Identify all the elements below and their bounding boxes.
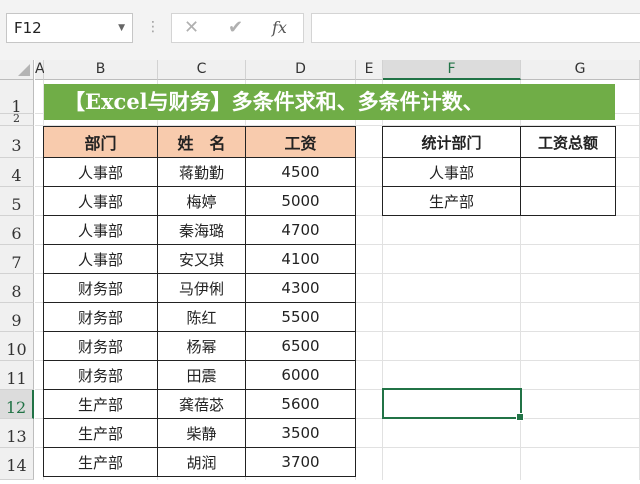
table-cell[interactable]: 4700 bbox=[246, 216, 356, 245]
table-cell[interactable]: 财务部 bbox=[44, 274, 158, 303]
table-cell[interactable]: 人事部 bbox=[44, 245, 158, 274]
column-header-e[interactable]: E bbox=[356, 60, 383, 80]
table-cell[interactable]: 人事部 bbox=[44, 216, 158, 245]
table-cell[interactable]: 龚蓓苾 bbox=[158, 390, 246, 419]
row-header-5[interactable]: 5 bbox=[0, 187, 34, 216]
summary-header-cell[interactable]: 统计部门 bbox=[383, 127, 521, 158]
select-all-triangle-icon bbox=[18, 64, 30, 76]
row-header-3[interactable]: 3 bbox=[0, 126, 34, 158]
table-cell[interactable]: 5000 bbox=[246, 187, 356, 216]
name-box-value: F12 bbox=[14, 19, 42, 37]
column-header-a[interactable]: A bbox=[35, 60, 45, 80]
summary-cell[interactable]: 生产部 bbox=[383, 187, 521, 216]
row-header-7[interactable]: 7 bbox=[0, 245, 34, 274]
table-header-cell[interactable]: 工资 bbox=[246, 127, 356, 158]
summary-cell[interactable] bbox=[521, 158, 616, 187]
row-header-4[interactable]: 4 bbox=[0, 158, 34, 187]
table-header-cell[interactable]: 部门 bbox=[44, 127, 158, 158]
table-cell[interactable]: 人事部 bbox=[44, 187, 158, 216]
table-cell[interactable]: 陈红 bbox=[158, 303, 246, 332]
table-cell[interactable]: 财务部 bbox=[44, 332, 158, 361]
row-header-6[interactable]: 6 bbox=[0, 216, 34, 245]
column-header-d[interactable]: D bbox=[246, 60, 356, 80]
table-cell[interactable]: 胡润 bbox=[158, 448, 246, 477]
enter-icon[interactable]: ✔ bbox=[228, 14, 243, 42]
title-banner[interactable]: 【Excel与财务】多条件求和、多条件计数、 bbox=[44, 84, 615, 120]
formula-input[interactable] bbox=[311, 13, 640, 43]
table-cell[interactable]: 田震 bbox=[158, 361, 246, 390]
insert-function-icon[interactable]: fx bbox=[272, 14, 287, 42]
table-cell[interactable]: 人事部 bbox=[44, 158, 158, 187]
table-cell[interactable]: 安又琪 bbox=[158, 245, 246, 274]
fill-handle[interactable] bbox=[516, 413, 524, 421]
active-cell-selection[interactable] bbox=[382, 388, 524, 421]
row-header-14[interactable]: 14 bbox=[0, 448, 34, 480]
table-cell[interactable]: 梅婷 bbox=[158, 187, 246, 216]
row-header-10[interactable]: 10 bbox=[0, 332, 34, 361]
formula-buttons: ✕ ✔ fx bbox=[171, 13, 304, 43]
summary-header-cell[interactable]: 工资总额 bbox=[521, 127, 616, 158]
row-header-2[interactable]: 2 bbox=[0, 113, 34, 126]
row-header-1[interactable]: 1 bbox=[0, 80, 34, 116]
table-cell[interactable]: 5500 bbox=[246, 303, 356, 332]
table-cell[interactable]: 生产部 bbox=[44, 448, 158, 477]
column-header-b[interactable]: B bbox=[44, 60, 158, 80]
row-header-13[interactable]: 13 bbox=[0, 419, 34, 448]
table-cell[interactable]: 5600 bbox=[246, 390, 356, 419]
cancel-icon[interactable]: ✕ bbox=[184, 14, 199, 42]
table-cell[interactable]: 蒋勤勤 bbox=[158, 158, 246, 187]
column-header-g[interactable]: G bbox=[521, 60, 640, 80]
table-cell[interactable]: 财务部 bbox=[44, 303, 158, 332]
table-cell[interactable]: 4100 bbox=[246, 245, 356, 274]
table-cell[interactable]: 生产部 bbox=[44, 390, 158, 419]
table-cell[interactable]: 6000 bbox=[246, 361, 356, 390]
table-cell[interactable]: 生产部 bbox=[44, 419, 158, 448]
table-cell[interactable]: 3500 bbox=[246, 419, 356, 448]
more-options-icon[interactable]: ⋮ bbox=[146, 17, 160, 37]
column-header-f[interactable]: F bbox=[383, 60, 521, 80]
table-header-cell[interactable]: 姓 名 bbox=[158, 127, 246, 158]
row-header-12[interactable]: 12 bbox=[0, 390, 34, 419]
summary-table: 统计部门 工资总额 人事部 生产部 bbox=[382, 126, 616, 216]
table-cell[interactable]: 4500 bbox=[246, 158, 356, 187]
name-box[interactable]: F12 ▼ bbox=[6, 13, 133, 43]
table-cell[interactable]: 6500 bbox=[246, 332, 356, 361]
table-cell[interactable]: 4300 bbox=[246, 274, 356, 303]
table-cell[interactable]: 财务部 bbox=[44, 361, 158, 390]
table-cell[interactable]: 3700 bbox=[246, 448, 356, 477]
table-cell[interactable]: 柴静 bbox=[158, 419, 246, 448]
salary-table: 部门姓 名工资 人事部 蒋勤勤 4500 人事部 梅婷 5000 人事部 秦海璐 4700 人事部安… bbox=[43, 126, 356, 477]
table-cell[interactable]: 秦海璐 bbox=[158, 216, 246, 245]
summary-cell[interactable] bbox=[521, 187, 616, 216]
row-header-8[interactable]: 8 bbox=[0, 274, 34, 303]
row-header-9[interactable]: 9 bbox=[0, 303, 34, 332]
column-header-c[interactable]: C bbox=[158, 60, 246, 80]
row-header-11[interactable]: 11 bbox=[0, 361, 34, 390]
select-all-button[interactable] bbox=[0, 60, 34, 80]
table-cell[interactable]: 马伊俐 bbox=[158, 274, 246, 303]
summary-cell[interactable]: 人事部 bbox=[383, 158, 521, 187]
chevron-down-icon[interactable]: ▼ bbox=[118, 14, 125, 42]
table-cell[interactable]: 杨幂 bbox=[158, 332, 246, 361]
